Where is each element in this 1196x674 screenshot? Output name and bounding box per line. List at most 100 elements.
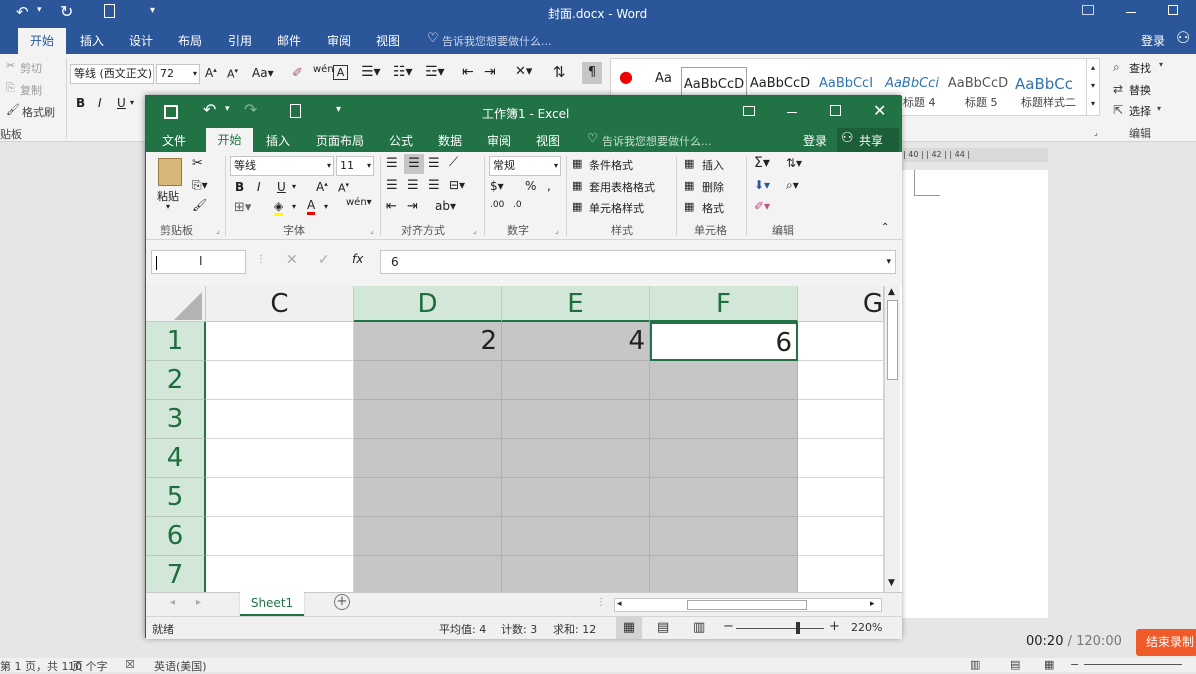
phonetic-guide-icon[interactable]: wén▾ (346, 197, 372, 208)
excel-font-name-box[interactable]: 等线 ▾ (230, 156, 334, 176)
italic-icon[interactable]: I (98, 96, 102, 110)
excel-tell-me[interactable]: 告诉我您想要做什么... (602, 133, 712, 149)
decrease-decimal-icon[interactable]: .0 (513, 200, 522, 210)
align-left-icon[interactable]: ☰ (386, 178, 398, 193)
wrap-text-icon[interactable]: ⊟▾ (449, 178, 465, 192)
cell-f4[interactable] (650, 439, 798, 478)
row-header-6[interactable]: 6 (146, 517, 206, 556)
status-sum[interactable]: 求和: 12 (553, 621, 596, 637)
increase-indent-icon[interactable]: ⇥ (484, 64, 496, 80)
undo-dropdown-icon[interactable]: ▾ (225, 104, 230, 114)
format-as-table-icon[interactable]: ▦ (572, 179, 582, 192)
cell-g4[interactable] (798, 439, 884, 478)
comma-icon[interactable]: , (547, 179, 551, 193)
cell-d1[interactable]: 2 (354, 322, 502, 361)
cell-g5[interactable] (798, 478, 884, 517)
fill-icon[interactable]: ⬇▾ (754, 178, 770, 192)
sheet-tab-sheet1[interactable]: Sheet1 (240, 592, 304, 616)
column-header-f[interactable]: F (650, 286, 798, 322)
underline-dropdown-icon[interactable]: ▾ (130, 98, 134, 107)
style-gallery-scroll[interactable]: ▴ ▾ ▾ (1086, 58, 1100, 116)
word-tab-review[interactable]: 审阅 (327, 32, 351, 49)
zoom-out-icon[interactable]: − (1070, 658, 1079, 671)
bold-icon[interactable]: B (235, 180, 244, 194)
undo-icon[interactable]: ↶ (203, 100, 216, 119)
cell-e2[interactable] (502, 361, 650, 400)
borders-icon[interactable]: ⊞▾ (234, 200, 251, 215)
select-icon[interactable]: ⇱ (1113, 103, 1123, 117)
shrink-font-icon[interactable]: A▾ (227, 67, 238, 81)
column-header-c[interactable]: C (206, 286, 354, 322)
number-format-box[interactable]: 常规 ▾ (489, 156, 561, 176)
cell-c1[interactable] (206, 322, 354, 361)
horizontal-scroll-thumb[interactable] (687, 600, 807, 610)
excel-font-size-box[interactable]: 11 ▾ (336, 156, 374, 176)
dialog-launcher-icon[interactable]: ⌟ (216, 226, 220, 235)
cell-d6[interactable] (354, 517, 502, 556)
scroll-right-icon[interactable]: ▸ (870, 599, 875, 609)
zoom-slider-thumb[interactable] (796, 622, 800, 634)
minimize-icon[interactable] (1126, 12, 1136, 13)
word-page[interactable] (880, 170, 1048, 618)
cell-g7[interactable] (798, 556, 884, 592)
cell-e3[interactable] (502, 400, 650, 439)
chinese-layout-icon[interactable]: ✕▾ (515, 64, 532, 79)
new-document-icon[interactable] (104, 4, 115, 18)
select-dropdown-icon[interactable]: ▾ (1157, 104, 1161, 113)
autosum-icon[interactable]: Σ▾ (754, 155, 770, 171)
find-button[interactable]: 查找 (1129, 60, 1151, 76)
minimize-icon[interactable] (787, 112, 797, 113)
select-button[interactable]: 选择 (1129, 103, 1151, 119)
grow-font-icon[interactable]: A▴ (316, 180, 328, 194)
enter-formula-icon[interactable]: ✓ (318, 252, 330, 268)
zoom-slider-track[interactable] (736, 628, 824, 629)
cut-button[interactable]: 剪切 (20, 60, 42, 76)
font-color-dropdown-icon[interactable]: ▾ (324, 202, 328, 211)
merge-cells-icon[interactable]: ab▾ (435, 199, 456, 213)
show-marks-icon[interactable]: ¶ (582, 62, 602, 84)
scroll-left-icon[interactable]: ◂ (617, 599, 622, 609)
cell-f7[interactable] (650, 556, 798, 592)
fill-color-icon[interactable]: ◈ (274, 199, 284, 216)
customize-qat-icon[interactable]: ▾ (150, 5, 155, 16)
status-count[interactable]: 计数: 3 (501, 621, 537, 637)
read-mode-icon[interactable]: ▥ (970, 658, 980, 671)
customize-qat-icon[interactable]: ▾ (336, 104, 341, 115)
cut-icon[interactable]: ✂ (6, 59, 15, 72)
scroll-down-icon[interactable]: ▼ (888, 578, 895, 588)
ribbon-display-icon[interactable] (1082, 5, 1094, 15)
column-header-g[interactable]: G (798, 286, 884, 322)
replace-button[interactable]: 替换 (1129, 82, 1151, 98)
word-zoom-slider[interactable] (1084, 664, 1182, 665)
zoom-level[interactable]: 220% (851, 621, 882, 634)
paste-icon[interactable] (158, 158, 182, 186)
cell-g6[interactable] (798, 517, 884, 556)
share-button[interactable]: ⚇ 共享 (837, 128, 899, 152)
align-top-icon[interactable]: ☰ (386, 156, 398, 171)
find-icon[interactable]: ⌕ (1113, 60, 1120, 75)
format-painter-button[interactable]: 格式刷 (22, 104, 55, 120)
delete-cells-icon[interactable]: ▦ (684, 179, 694, 192)
excel-tab-view[interactable]: 视图 (536, 132, 560, 149)
underline-icon[interactable]: U (277, 180, 286, 194)
format-painter-icon[interactable]: 🖌 (192, 198, 207, 212)
scroll-up-icon[interactable]: ▲ (888, 287, 895, 297)
excel-tab-insert[interactable]: 插入 (266, 132, 290, 149)
cell-g3[interactable] (798, 400, 884, 439)
end-recording-button[interactable]: 结束录制 (1136, 629, 1196, 656)
word-tab-layout[interactable]: 布局 (178, 32, 202, 49)
save-icon[interactable] (164, 105, 178, 119)
replace-icon[interactable]: ⇄ (1113, 82, 1123, 96)
cell-c4[interactable] (206, 439, 354, 478)
grow-font-icon[interactable]: A▴ (205, 66, 217, 80)
print-layout-icon[interactable]: ▤ (1010, 658, 1020, 671)
word-tab-view[interactable]: 视图 (376, 32, 400, 49)
accounting-format-icon[interactable]: $▾ (490, 179, 504, 193)
row-header-7[interactable]: 7 (146, 556, 206, 592)
clear-format-icon[interactable]: ✐ (292, 66, 303, 81)
horizontal-scrollbar[interactable]: ◂ ▸ (614, 598, 882, 612)
word-tab-references[interactable]: 引用 (228, 32, 252, 49)
cell-g1[interactable] (798, 322, 884, 361)
sort-filter-icon[interactable]: ⇅▾ (786, 156, 802, 170)
underline-dropdown-icon[interactable]: ▾ (292, 182, 296, 191)
